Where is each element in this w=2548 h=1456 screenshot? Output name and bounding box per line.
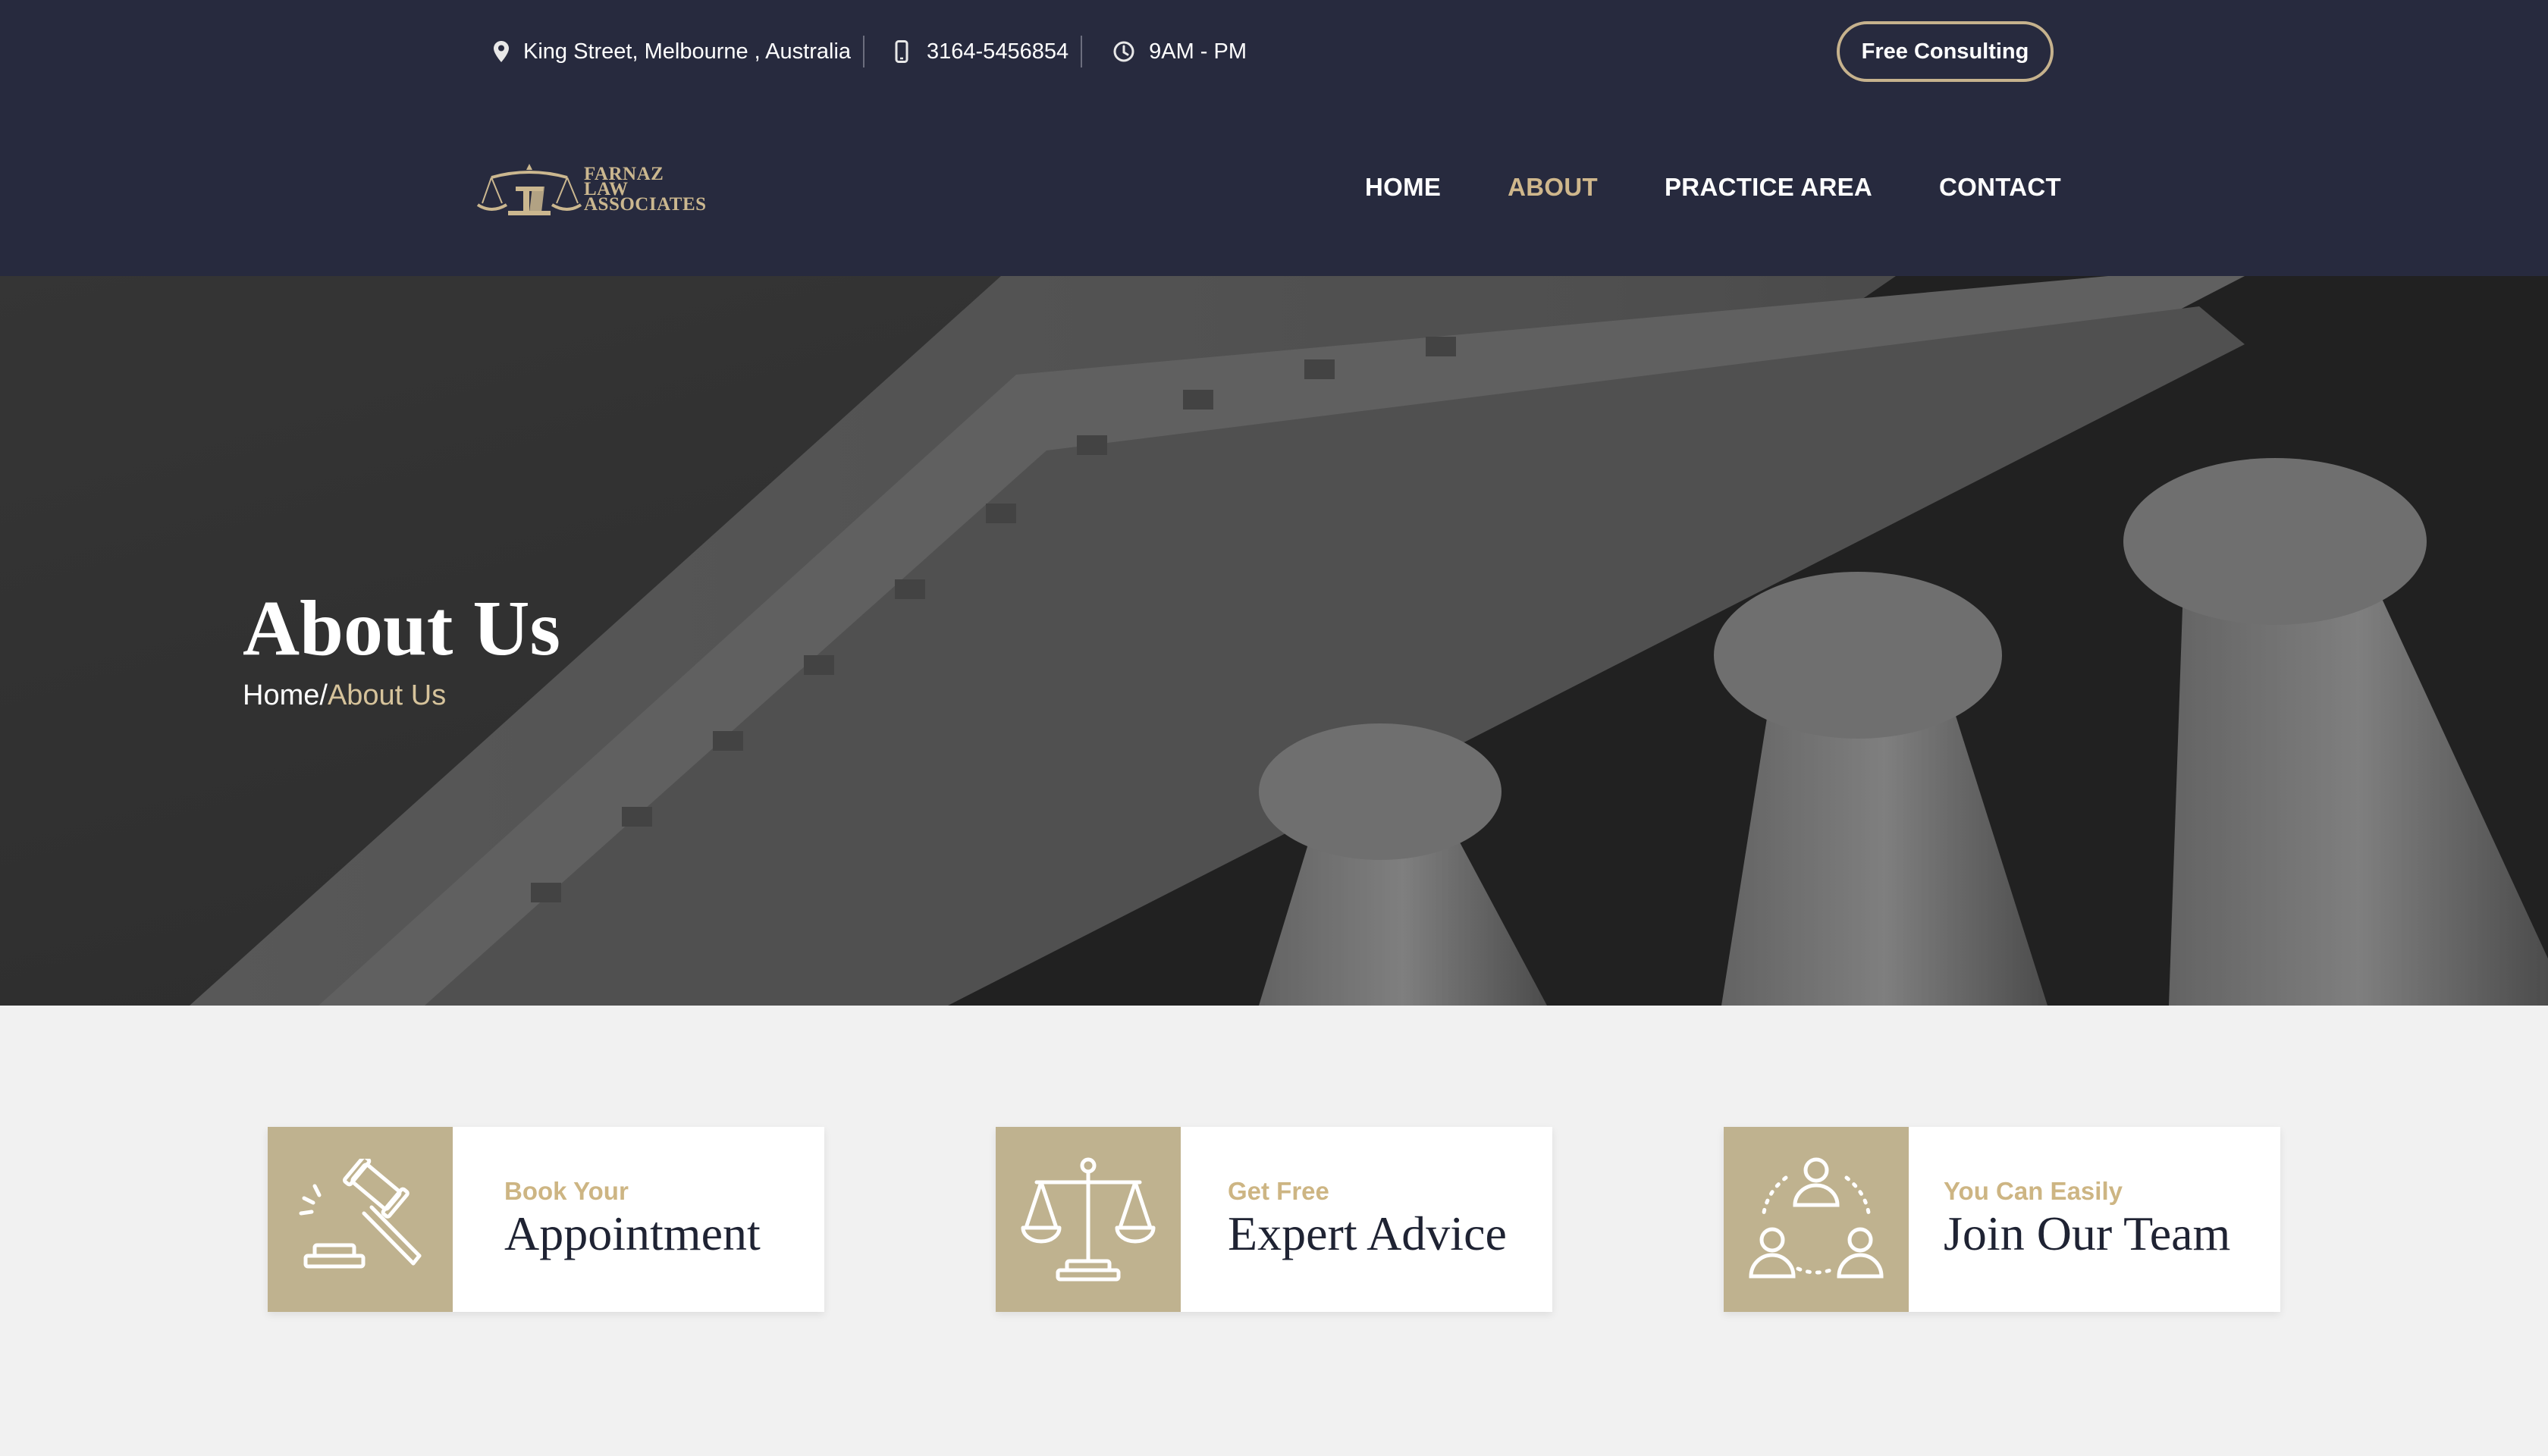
- main-nav: HOME ABOUT PRACTICE AREA CONTACT: [1365, 173, 2061, 202]
- nav-home[interactable]: HOME: [1365, 173, 1441, 202]
- hours-text: 9AM - PM: [1149, 39, 1247, 64]
- divider: [863, 36, 865, 67]
- card-subtitle: You Can Easily: [1944, 1177, 2123, 1205]
- breadcrumb-home[interactable]: Home: [243, 679, 319, 711]
- gavel-icon: [299, 1159, 422, 1269]
- card-icon-box: [268, 1127, 453, 1312]
- scales-icon: [1021, 1157, 1156, 1282]
- logo-text: FARNAZ LAW ASSOCIATES: [584, 164, 707, 215]
- nav-about[interactable]: ABOUT: [1508, 173, 1598, 202]
- hours-info: 9AM - PM: [1112, 32, 1247, 71]
- free-consulting-button[interactable]: Free Consulting: [1837, 21, 2054, 82]
- site-logo[interactable]: FARNAZ LAW ASSOCIATES: [476, 161, 711, 218]
- site-header: King Street, Melbourne , Australia 3164-…: [0, 0, 2548, 276]
- phone-text: 3164-5456854: [927, 39, 1069, 64]
- card-subtitle: Get Free: [1228, 1177, 1329, 1205]
- card-icon-box: [1724, 1127, 1909, 1312]
- mobile-phone-icon: [895, 40, 908, 63]
- card-expert-advice[interactable]: Get Free Expert Advice: [996, 1127, 1552, 1312]
- top-info-bar: King Street, Melbourne , Australia 3164-…: [493, 32, 1247, 71]
- scales-logo-icon: [476, 164, 582, 215]
- card-subtitle: Book Your: [504, 1177, 629, 1205]
- team-icon: [1749, 1157, 1884, 1279]
- address-text: King Street, Melbourne , Australia: [523, 39, 852, 64]
- nav-contact[interactable]: CONTACT: [1939, 173, 2061, 202]
- divider: [1081, 36, 1083, 67]
- breadcrumb-separator: /: [319, 679, 328, 711]
- clock-icon: [1113, 41, 1134, 62]
- card-title: Join Our Team: [1944, 1207, 2231, 1260]
- page-title: About Us: [243, 585, 560, 672]
- breadcrumb-current: About Us: [327, 679, 447, 711]
- card-icon-box: [996, 1127, 1181, 1312]
- location-pin-icon: [494, 41, 509, 62]
- address-info: King Street, Melbourne , Australia: [493, 32, 851, 71]
- nav-practice-area[interactable]: PRACTICE AREA: [1665, 173, 1872, 202]
- card-title: Expert Advice: [1228, 1207, 1507, 1260]
- phone-info[interactable]: 3164-5456854: [895, 32, 1068, 71]
- feature-cards: Book Your Appointment Get Free Expert Ad…: [0, 1127, 2548, 1312]
- card-title: Appointment: [504, 1207, 761, 1260]
- breadcrumb: Home/About Us: [243, 679, 446, 712]
- card-join-team[interactable]: You Can Easily Join Our Team: [1724, 1127, 2280, 1312]
- card-appointment[interactable]: Book Your Appointment: [268, 1127, 824, 1312]
- hero-banner: About Us Home/About Us: [0, 276, 2548, 1006]
